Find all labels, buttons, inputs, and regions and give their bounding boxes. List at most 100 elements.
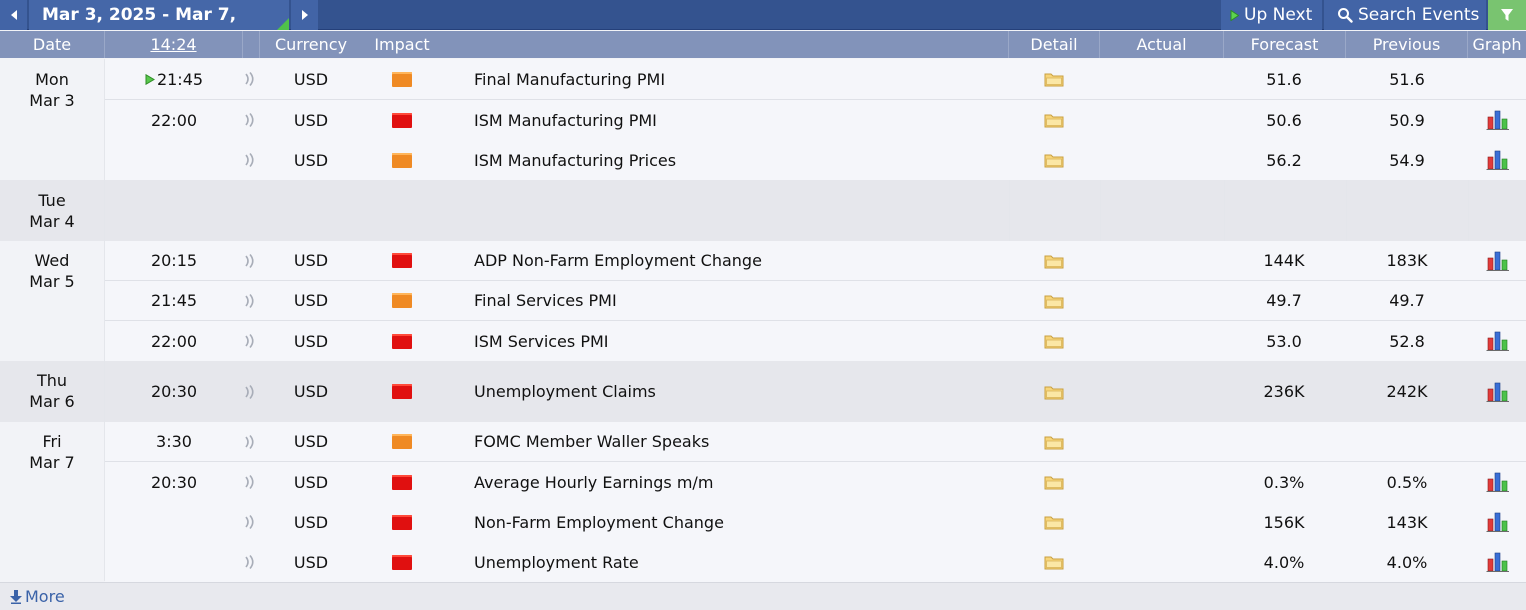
event-name[interactable]: Final Manufacturing PMI xyxy=(474,59,994,99)
event-column-header xyxy=(442,31,1009,58)
bar-chart-icon[interactable] xyxy=(1470,361,1526,422)
bar-chart-icon[interactable] xyxy=(1470,502,1526,542)
bar-chart-icon[interactable] xyxy=(1470,140,1526,180)
event-name[interactable]: Non-Farm Employment Change xyxy=(474,502,994,542)
chevron-left-icon xyxy=(10,10,17,20)
day-label-fri: Fri Mar 7 xyxy=(0,431,104,473)
event-name[interactable]: ISM Manufacturing Prices xyxy=(474,140,994,180)
impact-indicator xyxy=(362,502,442,542)
impact-indicator xyxy=(362,321,442,361)
event-name[interactable]: Unemployment Rate xyxy=(474,542,994,582)
event-name[interactable]: ISM Manufacturing PMI xyxy=(474,100,994,140)
impact-indicator xyxy=(362,361,442,422)
folder-icon[interactable] xyxy=(1010,361,1098,422)
graph-column-header: Graph xyxy=(1472,35,1522,54)
event-forecast: 49.7 xyxy=(1266,291,1302,310)
event-row[interactable]: 20:15 USD ADP Non-Farm Employment Change 14… xyxy=(105,241,1526,281)
sound-icon[interactable] xyxy=(242,502,258,542)
day-name: Wed xyxy=(34,251,70,270)
time-column-header[interactable]: 14:24 xyxy=(105,31,243,58)
sound-icon[interactable] xyxy=(242,140,258,180)
event-name[interactable]: ISM Services PMI xyxy=(474,321,994,361)
event-name[interactable]: Unemployment Claims xyxy=(474,361,994,422)
more-link[interactable]: More xyxy=(10,583,65,610)
medium-impact-icon xyxy=(392,152,412,168)
up-next-button[interactable]: Up Next xyxy=(1221,0,1322,30)
date-range-corner-marker xyxy=(277,18,289,30)
search-events-button[interactable]: Search Events xyxy=(1324,0,1486,30)
folder-icon[interactable] xyxy=(1010,241,1098,280)
sound-icon[interactable] xyxy=(242,361,258,422)
event-row[interactable]: 21:45 USD Final Services PMI 49.7 49.7 xyxy=(105,281,1526,321)
event-previous: 242K xyxy=(1386,382,1428,401)
event-actual xyxy=(1100,502,1222,542)
high-impact-icon xyxy=(392,384,412,399)
event-currency: USD xyxy=(293,331,329,351)
filter-button[interactable] xyxy=(1488,0,1526,30)
event-actual xyxy=(1100,542,1222,582)
folder-icon[interactable] xyxy=(1010,140,1098,180)
impact-indicator xyxy=(362,542,442,582)
sound-icon[interactable] xyxy=(242,281,258,320)
event-forecast: 50.6 xyxy=(1266,110,1302,130)
high-impact-icon xyxy=(392,333,412,349)
detail-column-header: Detail xyxy=(1009,31,1100,58)
event-row[interactable]: 3:30 USD FOMC Member Waller Speaks xyxy=(105,422,1526,462)
event-row[interactable]: 22:00 USD ISM Services PMI 53.0 52.8 xyxy=(105,321,1526,361)
sound-icon[interactable] xyxy=(242,241,258,280)
event-currency: USD xyxy=(293,110,329,130)
folder-icon[interactable] xyxy=(1010,502,1098,542)
impact-indicator xyxy=(362,140,442,180)
bar-chart-icon[interactable] xyxy=(1470,321,1526,361)
event-name[interactable]: Average Hourly Earnings m/m xyxy=(474,462,994,502)
event-row[interactable]: 21:45 USD Final Manufacturing PMI 51.6 51.6 xyxy=(105,59,1526,100)
sound-icon[interactable] xyxy=(242,100,258,140)
event-row[interactable]: USD Non-Farm Employment Change 156K 143K xyxy=(105,502,1526,542)
date-range-selector[interactable]: Mar 3, 2025 - Mar 7, 2025 xyxy=(29,0,289,55)
event-name[interactable]: Final Services PMI xyxy=(474,281,994,320)
event-forecast: 51.6 xyxy=(1266,69,1302,89)
event-time: 22:00 xyxy=(106,321,242,361)
event-name[interactable]: FOMC Member Waller Speaks xyxy=(474,422,994,461)
folder-icon[interactable] xyxy=(1010,100,1098,140)
forecast-column-header: Forecast xyxy=(1224,31,1346,58)
folder-icon[interactable] xyxy=(1010,321,1098,361)
sound-icon[interactable] xyxy=(242,462,258,502)
folder-icon[interactable] xyxy=(1010,542,1098,582)
event-row[interactable]: 22:00 USD ISM Manufacturing PMI 50.6 50.9 xyxy=(105,100,1526,140)
medium-impact-icon xyxy=(392,434,412,449)
sound-icon[interactable] xyxy=(242,321,258,361)
sound-icon[interactable] xyxy=(242,422,258,461)
event-name[interactable]: ADP Non-Farm Employment Change xyxy=(474,241,994,280)
folder-icon[interactable] xyxy=(1010,422,1098,461)
calendar-footer: More xyxy=(0,582,1526,610)
medium-impact-icon xyxy=(392,293,412,308)
event-row[interactable]: 20:30 USD Unemployment Claims 236K 242K xyxy=(105,361,1526,422)
event-row[interactable]: USD Unemployment Rate 4.0% 4.0% xyxy=(105,542,1526,582)
event-forecast: 56.2 xyxy=(1266,150,1302,170)
event-actual xyxy=(1100,361,1222,422)
bar-chart-icon[interactable] xyxy=(1470,462,1526,502)
bar-chart-icon[interactable] xyxy=(1470,241,1526,280)
prev-week-button[interactable] xyxy=(0,0,27,30)
folder-icon[interactable] xyxy=(1010,462,1098,502)
day-label-thu: Thu Mar 6 xyxy=(0,370,104,412)
day-date: Mar 3 xyxy=(29,91,75,110)
event-time-text: 20:30 xyxy=(150,472,198,492)
event-forecast: 156K xyxy=(1263,512,1305,532)
event-time: 3:30 xyxy=(106,422,242,461)
event-row[interactable]: 20:30 USD Average Hourly Earnings m/m 0.3% 0… xyxy=(105,462,1526,502)
event-actual xyxy=(1100,241,1222,280)
next-week-button[interactable] xyxy=(291,0,318,30)
sound-icon[interactable] xyxy=(242,59,258,99)
event-row[interactable]: USD ISM Manufacturing Prices 56.2 54.9 xyxy=(105,140,1526,180)
folder-icon[interactable] xyxy=(1010,281,1098,320)
bar-chart-icon[interactable] xyxy=(1470,100,1526,140)
high-impact-icon xyxy=(392,253,412,268)
impact-column-header: Impact xyxy=(374,35,430,54)
folder-icon[interactable] xyxy=(1010,59,1098,99)
day-name: Mon xyxy=(35,70,69,89)
bar-chart-icon[interactable] xyxy=(1470,542,1526,582)
impact-indicator xyxy=(362,462,442,502)
sound-icon[interactable] xyxy=(242,542,258,582)
